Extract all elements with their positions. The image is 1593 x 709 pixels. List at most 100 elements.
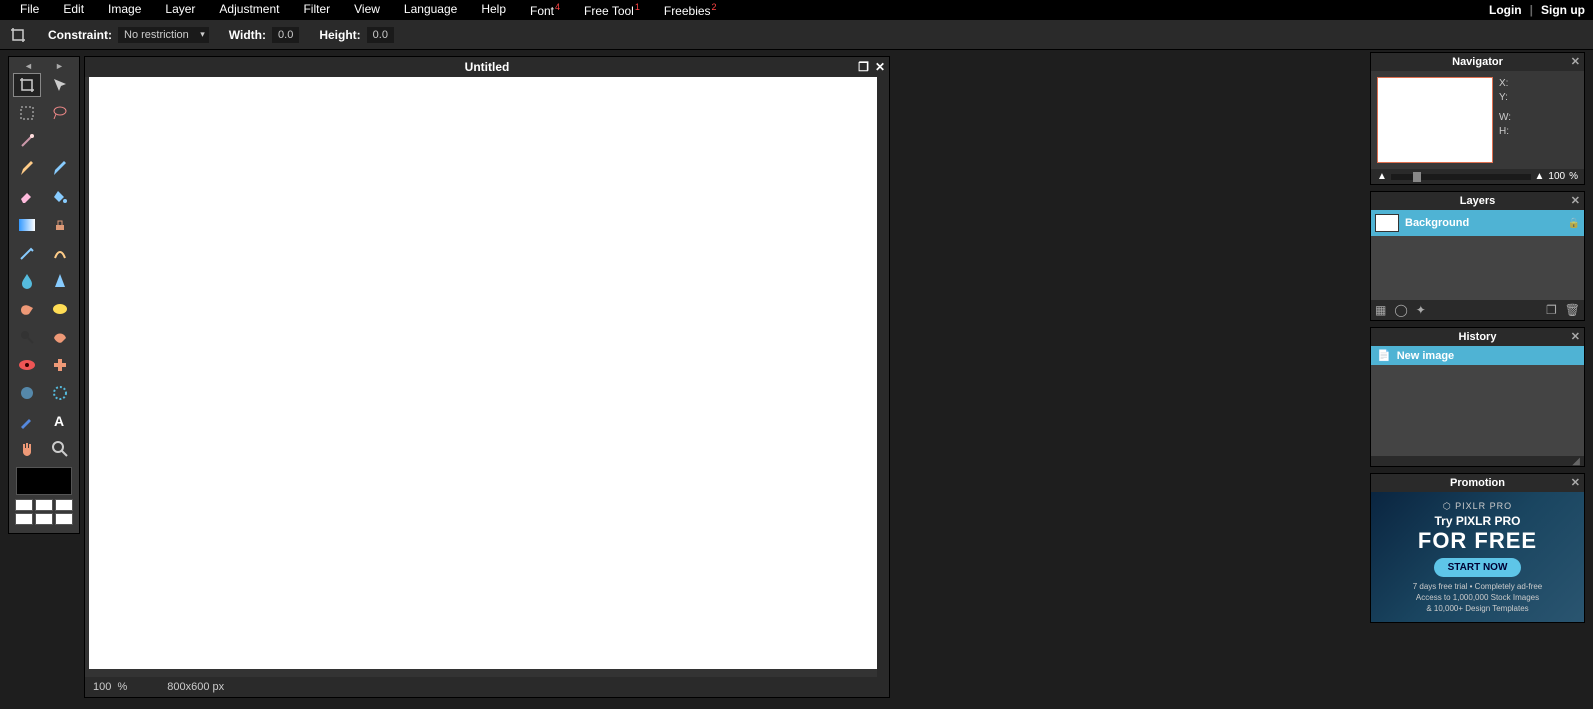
duplicate-layer-icon[interactable]: ❐	[1546, 303, 1557, 317]
menu-font[interactable]: Font4	[518, 2, 572, 18]
new-layer-icon[interactable]: ▦	[1375, 303, 1386, 317]
swatch[interactable]	[55, 513, 73, 525]
promo-line1: 7 days free trial • Completely ad-free	[1413, 581, 1543, 592]
move-tool[interactable]	[46, 73, 74, 97]
layer-row[interactable]: Background 🔒	[1371, 210, 1584, 236]
zoom-slider-thumb[interactable]	[1413, 172, 1421, 182]
canvas-window-controls: ❐ ✕	[858, 60, 885, 74]
nav-w: W:	[1499, 111, 1511, 125]
close-icon[interactable]: ✕	[1571, 474, 1580, 492]
panels: Navigator ✕ X: Y: W: H: ▲ ▲ 100 % Layers…	[1370, 52, 1585, 623]
clone-stamp-tool[interactable]	[46, 213, 74, 237]
red-eye-tool[interactable]	[13, 353, 41, 377]
constraint-select[interactable]: No restriction	[118, 27, 209, 43]
close-icon[interactable]: ✕	[1571, 192, 1580, 210]
burn-tool[interactable]	[46, 325, 74, 349]
constraint-label: Constraint:	[48, 28, 112, 42]
width-value[interactable]: 0.0	[272, 27, 299, 43]
paint-bucket-tool[interactable]	[46, 185, 74, 209]
width-label: Width:	[229, 28, 266, 42]
layers-panel: Layers ✕ Background 🔒 ▦ ◯ ✦ ❐ 🗑	[1370, 191, 1585, 321]
collapse-right-icon[interactable]: ►	[55, 61, 64, 71]
toolbox-collapse: ◄ ►	[13, 61, 75, 71]
navigator-panel: Navigator ✕ X: Y: W: H: ▲ ▲ 100 %	[1370, 52, 1585, 185]
wand-tool[interactable]	[13, 129, 41, 153]
lasso-tool[interactable]	[46, 101, 74, 125]
foreground-color[interactable]	[16, 467, 72, 495]
navigator-preview[interactable]	[1377, 77, 1493, 163]
menu-layer[interactable]: Layer	[153, 2, 207, 18]
navigator-header[interactable]: Navigator ✕	[1371, 53, 1584, 71]
menu-help[interactable]: Help	[469, 2, 518, 18]
nav-y: Y:	[1499, 91, 1511, 105]
drawing-tool[interactable]	[46, 241, 74, 265]
close-icon[interactable]: ✕	[875, 60, 885, 74]
close-icon[interactable]: ✕	[1571, 53, 1580, 71]
zoom-in-icon[interactable]: ▲	[1535, 171, 1545, 182]
type-tool[interactable]: A	[46, 409, 74, 433]
maximize-icon[interactable]: ❐	[858, 60, 869, 74]
history-item-name: New image	[1397, 350, 1454, 362]
pencil-tool[interactable]	[13, 157, 41, 181]
marquee-tool[interactable]	[13, 101, 41, 125]
history-header[interactable]: History ✕	[1371, 328, 1584, 346]
menu-filter[interactable]: Filter	[291, 2, 342, 18]
crop-tool[interactable]	[13, 73, 41, 97]
canvas[interactable]	[89, 77, 879, 669]
history-row[interactable]: 📄 New image	[1371, 346, 1584, 365]
start-now-button[interactable]: START NOW	[1434, 558, 1522, 577]
promotion-body[interactable]: ⬡ PIXLR PRO Try PIXLR PRO FOR FREE START…	[1371, 492, 1584, 622]
nav-x: X:	[1499, 77, 1511, 91]
hand-tool[interactable]	[13, 437, 41, 461]
sharpen-tool[interactable]	[46, 269, 74, 293]
layers-list: Background 🔒	[1371, 210, 1584, 300]
vertical-scrollbar[interactable]	[877, 77, 889, 677]
swatch[interactable]	[35, 499, 53, 511]
login-link[interactable]: Login	[1489, 3, 1522, 17]
menu-file[interactable]: File	[8, 2, 51, 18]
new-image-icon: 📄	[1377, 349, 1391, 362]
swatch[interactable]	[35, 513, 53, 525]
layer-styles-icon[interactable]: ✦	[1416, 303, 1426, 317]
zoom-slider[interactable]	[1391, 174, 1531, 180]
menu-image[interactable]: Image	[96, 2, 153, 18]
layers-header[interactable]: Layers ✕	[1371, 192, 1584, 210]
badge-freetool: 1	[635, 2, 640, 12]
colorpicker-tool[interactable]	[13, 409, 41, 433]
resize-handle[interactable]: ◢	[1371, 456, 1584, 466]
smudge-tool[interactable]	[13, 297, 41, 321]
layer-mask-icon[interactable]: ◯	[1394, 303, 1407, 317]
zoom-out-icon[interactable]: ▲	[1377, 171, 1387, 182]
close-icon[interactable]: ✕	[1571, 328, 1580, 346]
history-panel: History ✕ 📄 New image ◢	[1370, 327, 1585, 467]
signup-link[interactable]: Sign up	[1541, 3, 1585, 17]
crop-tool-icon	[8, 25, 28, 45]
swatch[interactable]	[15, 513, 33, 525]
pinch-tool[interactable]	[46, 381, 74, 405]
collapse-left-icon[interactable]: ◄	[24, 61, 33, 71]
color-replace-tool[interactable]	[13, 241, 41, 265]
menu-freetool[interactable]: Free Tool1	[572, 2, 652, 18]
blur-tool[interactable]	[13, 269, 41, 293]
canvas-titlebar[interactable]: Untitled ❐ ✕	[85, 57, 889, 77]
menu-language[interactable]: Language	[392, 2, 469, 18]
bloat-tool[interactable]	[13, 381, 41, 405]
gradient-tool[interactable]	[13, 213, 41, 237]
brush-tool[interactable]	[46, 157, 74, 181]
menu-edit[interactable]: Edit	[51, 2, 96, 18]
delete-layer-icon[interactable]: 🗑	[1565, 303, 1580, 317]
height-value[interactable]: 0.0	[367, 27, 394, 43]
lock-icon[interactable]: 🔒	[1568, 218, 1580, 229]
promotion-header[interactable]: Promotion ✕	[1371, 474, 1584, 492]
eraser-tool[interactable]	[13, 185, 41, 209]
swatch[interactable]	[55, 499, 73, 511]
sponge-tool[interactable]	[46, 297, 74, 321]
menu-view[interactable]: View	[342, 2, 392, 18]
zoom-tool[interactable]	[46, 437, 74, 461]
dodge-tool[interactable]	[13, 325, 41, 349]
menu-adjustment[interactable]: Adjustment	[207, 2, 291, 18]
constraint-group: Constraint: No restriction	[48, 27, 209, 43]
swatch[interactable]	[15, 499, 33, 511]
spot-heal-tool[interactable]	[46, 353, 74, 377]
menu-freebies[interactable]: Freebies2	[652, 2, 729, 18]
